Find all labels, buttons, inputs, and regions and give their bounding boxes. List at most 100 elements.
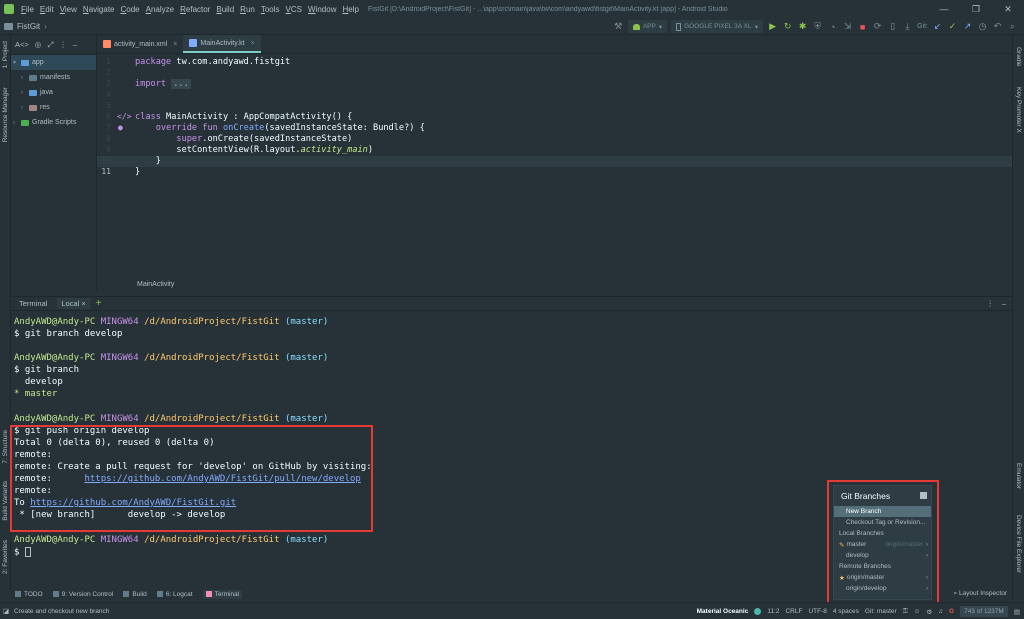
tab-activity-main-xml[interactable]: activity_main.xml × <box>97 35 183 53</box>
emulator-tool-button[interactable]: Emulator <box>1015 463 1022 489</box>
stop-icon[interactable]: ■ <box>857 21 868 32</box>
more-options-icon[interactable]: ⋮ <box>987 299 995 308</box>
line-number: 2 <box>106 68 111 77</box>
device-dropdown[interactable]: GOOGLE PIXEL 3A XL ▾ <box>671 20 764 33</box>
terminal-text: $ <box>14 547 25 558</box>
search-icon[interactable]: ⌕ <box>1007 21 1018 32</box>
run-icon[interactable]: ▶ <box>767 21 778 32</box>
terminal-tool-button[interactable]: Terminal <box>202 589 243 599</box>
code-area[interactable]: package tw.com.andyawd.fistgit import ..… <box>135 55 1012 279</box>
close-icon[interactable]: × <box>173 41 177 48</box>
restore-icon[interactable]: ❐ <box>960 0 992 18</box>
layout-inspector-tool-button[interactable]: ⌕ Layout Inspector <box>953 590 1007 598</box>
terminal-input-line[interactable]: $ <box>14 547 31 558</box>
avd-manager-icon[interactable]: ▯ <box>887 21 898 32</box>
memory-indicator[interactable]: 743 of 1237M <box>960 606 1008 617</box>
gc-icon[interactable]: ▤ <box>1014 608 1020 616</box>
todo-tool-button[interactable]: TODO <box>15 591 43 598</box>
menu-tools[interactable]: Tools <box>258 5 283 14</box>
device-file-explorer-tool-button[interactable]: Device File Explorer <box>1015 515 1022 573</box>
add-terminal-icon[interactable]: + <box>96 298 102 309</box>
hammer-icon[interactable]: ⚒ <box>613 21 624 32</box>
menu-refactor[interactable]: Refactor <box>177 5 213 14</box>
view-selector[interactable]: A<> <box>15 40 29 49</box>
gradle-tool-button[interactable]: Gradle <box>1015 47 1022 67</box>
hide-icon[interactable]: – <box>1002 299 1006 308</box>
code-line: class MainActivity : AppCompatActivity()… <box>135 112 352 122</box>
project-tool-button[interactable]: 1: Project <box>2 41 9 68</box>
terminal-title: Terminal <box>19 299 48 308</box>
build-tool-button[interactable]: Build <box>123 591 147 598</box>
sdk-manager-icon[interactable]: ⤓ <box>902 21 913 32</box>
menu-build[interactable]: Build <box>213 5 237 14</box>
google-icon[interactable]: G <box>949 608 954 615</box>
menu-file[interactable]: File <box>18 5 37 14</box>
minimize-icon[interactable]: — <box>928 0 960 18</box>
keyword: import <box>135 79 172 89</box>
terminal-line: $ git branch develop <box>14 329 123 339</box>
version-control-tool-button[interactable]: 9: Version Control <box>52 591 113 598</box>
line-number: 6 <box>106 112 111 121</box>
menu-run[interactable]: Run <box>237 5 258 14</box>
project-breadcrumb[interactable]: FistGit › <box>0 22 47 31</box>
tree-item-res[interactable]: › res <box>11 100 96 115</box>
tool-windows-toggle-icon[interactable]: ◪ <box>3 607 9 615</box>
run-config-dropdown[interactable]: APP ▾ <box>627 20 668 33</box>
menu-view[interactable]: View <box>57 5 80 14</box>
file-encoding[interactable]: UTF-8 <box>808 608 826 615</box>
navigation-bar: FistGit › ⚒ APP ▾ GOOGLE PIXEL 3A XL ▾ ▶… <box>0 18 1024 35</box>
menu-edit[interactable]: Edit <box>37 5 57 14</box>
tree-item-java[interactable]: › java <box>11 85 96 100</box>
build-variants-tool-button[interactable]: Build Variants <box>2 481 9 521</box>
caret-position[interactable]: 11:2 <box>767 608 779 615</box>
close-window-icon[interactable]: ✕ <box>992 0 1024 18</box>
key-promoter-tool-button[interactable]: Key Promoter X <box>1015 87 1022 133</box>
folded-imports[interactable]: ... <box>171 79 191 89</box>
coverage-icon[interactable]: ⛨ <box>812 21 823 32</box>
tree-item-app[interactable]: ▾ app <box>11 55 96 70</box>
code-text: } <box>155 156 161 166</box>
menu-help[interactable]: Help <box>339 5 361 14</box>
line-separator[interactable]: CRLF <box>785 608 802 615</box>
git-history-icon[interactable]: ◷ <box>977 21 988 32</box>
terminal-tab-local[interactable]: Local × <box>57 298 90 309</box>
attach-debugger-icon[interactable]: ⇲ <box>842 21 853 32</box>
bell-icon[interactable]: ♫ <box>938 608 943 615</box>
lock-icon[interactable]: ⚿ <box>903 608 908 616</box>
git-branch-widget[interactable]: Git: master <box>865 608 897 615</box>
menu-navigate[interactable]: Navigate <box>80 5 118 14</box>
menu-vcs[interactable]: VCS <box>283 5 305 14</box>
target-icon[interactable]: ◎ <box>35 40 42 49</box>
menu-window[interactable]: Window <box>305 5 339 14</box>
settings-icon[interactable]: ⋮ <box>59 40 67 49</box>
tree-item-gradle-scripts[interactable]: › Gradle Scripts <box>11 115 96 130</box>
line-number: 10 <box>101 156 111 165</box>
terminal-cursor <box>24 547 31 557</box>
hide-icon[interactable]: – <box>73 40 77 49</box>
profile-icon[interactable]: ◔ <box>827 21 838 32</box>
git-commit-icon[interactable]: ✓ <box>947 21 958 32</box>
tab-mainactivity-kt[interactable]: MainActivity.kt × <box>183 35 261 53</box>
logcat-tool-button[interactable]: 6: Logcat <box>156 591 193 598</box>
status-bar: ◪ Create and checkout new branch Materia… <box>0 602 1024 619</box>
menu-analyze[interactable]: Analyze <box>143 5 177 14</box>
settings-icon[interactable]: ⚙ <box>926 608 932 616</box>
close-icon[interactable]: × <box>81 299 85 308</box>
sync-icon[interactable]: ⟳ <box>872 21 883 32</box>
editor-breadcrumb[interactable]: MainActivity <box>137 281 174 288</box>
favorites-tool-button[interactable]: 2: Favorites <box>2 540 9 574</box>
git-update-icon[interactable]: ↙ <box>932 21 943 32</box>
debug-icon[interactable]: ✱ <box>797 21 808 32</box>
structure-tool-button[interactable]: 7: Structure <box>2 430 9 464</box>
theme-label[interactable]: Material Oceanic <box>697 608 749 615</box>
indent-setting[interactable]: 4 spaces <box>833 608 859 615</box>
emoji-icon[interactable]: ☺ <box>914 608 921 615</box>
resource-manager-tool-button[interactable]: Resource Manager <box>2 87 9 142</box>
apply-changes-icon[interactable]: ↻ <box>782 21 793 32</box>
rollback-icon[interactable]: ↶ <box>992 21 1003 32</box>
collapse-icon[interactable]: ⤢ <box>47 40 53 50</box>
menu-code[interactable]: Code <box>118 5 143 14</box>
git-push-icon[interactable]: ↗ <box>962 21 973 32</box>
close-icon[interactable]: × <box>251 40 255 47</box>
tree-item-manifests[interactable]: › manifests <box>11 70 96 85</box>
